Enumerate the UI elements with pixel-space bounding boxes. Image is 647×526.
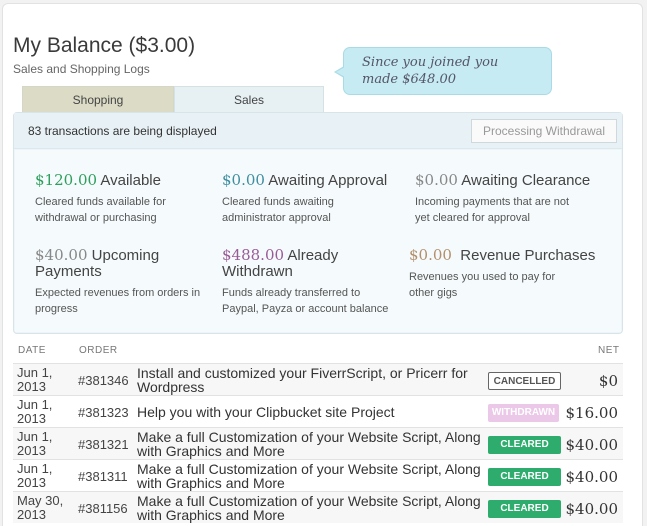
stat-available-amount: $120.00 (35, 171, 98, 189)
stat-awaiting-approval-desc: Cleared funds awaiting administrator app… (222, 196, 334, 224)
row-net: $40.00 (565, 500, 619, 518)
row-description: Make a full Customization of your Websit… (137, 493, 481, 523)
stat-revenue-purchases: $0.00 Revenue Purchases Revenues you use… (409, 247, 609, 301)
column-header-date: DATE (18, 345, 46, 356)
row-date: Jun 1, 2013 (17, 429, 53, 458)
stat-already-withdrawn: $488.00 Already Withdrawn Funds already … (222, 247, 397, 317)
stat-withdrawn-amount: $488.00 (222, 246, 285, 264)
stat-awaiting-approval: $0.00 Awaiting Approval Cleared funds aw… (222, 172, 397, 226)
row-date: Jun 1, 2013 (17, 365, 53, 394)
status-badge-withdrawn: WITHDRAWN (488, 404, 559, 422)
stat-available: $120.00 Available Cleared funds availabl… (35, 172, 210, 226)
row-date: Jun 1, 2013 (17, 461, 53, 490)
status-badge-cleared: CLEARED (488, 500, 561, 518)
row-description: Install and customized your FiverrScript… (137, 365, 468, 395)
row-order-link[interactable]: #381346 (78, 373, 129, 388)
bubble-line-2-prefix: made (362, 72, 403, 87)
row-order-link[interactable]: #381311 (78, 469, 128, 484)
stat-purchases-label: Revenue Purchases (451, 247, 596, 264)
row-date: May 30, 2013 (17, 493, 64, 522)
row-order-link[interactable]: #381156 (78, 501, 128, 516)
table-row[interactable]: May 30, 2013 #381156 Make a full Customi… (13, 491, 623, 523)
table-row[interactable]: Jun 1, 2013 #381346 Install and customiz… (13, 363, 623, 395)
page-subtitle: Sales and Shopping Logs (13, 62, 150, 76)
row-order-link[interactable]: #381321 (78, 437, 129, 452)
row-date: Jun 1, 2013 (17, 397, 53, 426)
stat-awaiting-approval-label: Awaiting Approval (264, 172, 388, 189)
stat-awaiting-clearance: $0.00 Awaiting Clearance Incoming paymen… (415, 172, 605, 226)
stat-withdrawn-desc: Funds already transferred to Paypal, Pay… (222, 287, 389, 315)
row-order-link[interactable]: #381323 (78, 405, 129, 420)
status-badge-cancelled: CANCELLED (488, 372, 561, 390)
page-title: My Balance ($3.00) (13, 34, 196, 57)
stat-upcoming-amount: $40.00 (35, 246, 88, 264)
stat-upcoming-desc: Expected revenues from orders in progres… (35, 287, 201, 315)
status-badge-cleared: CLEARED (488, 436, 561, 454)
stat-awaiting-clearance-desc: Incoming payments that are not yet clear… (415, 196, 570, 224)
row-description: Make a full Customization of your Websit… (137, 429, 481, 459)
transaction-count: 83 transactions are being displayed (28, 124, 217, 138)
transaction-count-bar: 83 transactions are being displayed Proc… (14, 113, 622, 149)
row-net: $16.00 (565, 404, 619, 422)
table-row[interactable]: Jun 1, 2013 #381311 Make a full Customiz… (13, 459, 623, 491)
row-net: $40.00 (565, 468, 619, 486)
stat-upcoming-payments: $40.00 Upcoming Payments Expected revenu… (35, 247, 210, 317)
stat-purchases-desc: Revenues you used to pay for other gigs (409, 271, 556, 299)
row-description: Help you with your Clipbucket site Proje… (137, 404, 395, 420)
balance-summary-box: 83 transactions are being displayed Proc… (13, 112, 623, 334)
row-net: $0 (598, 372, 618, 390)
balance-stats: $120.00 Available Cleared funds availabl… (15, 150, 621, 332)
status-badge-cleared: CLEARED (488, 468, 561, 486)
table-row[interactable]: Jun 1, 2013 #381321 Make a full Customiz… (13, 427, 623, 459)
stat-available-desc: Cleared funds available for withdrawal o… (35, 196, 166, 224)
stat-awaiting-approval-amount: $0.00 (222, 171, 265, 189)
row-net: $40.00 (565, 436, 619, 454)
stat-awaiting-clearance-label: Awaiting Clearance (457, 172, 591, 189)
row-description: Make a full Customization of your Websit… (137, 461, 481, 491)
earnings-bubble: Since you joined you made $648.00 (334, 47, 552, 95)
bubble-line-1: Since you joined you (362, 55, 499, 70)
bubble-line-2: made $648.00 (362, 71, 551, 88)
transactions-table: Jun 1, 2013 #381346 Install and customiz… (13, 363, 623, 523)
stat-awaiting-clearance-amount: $0.00 (415, 171, 458, 189)
stat-purchases-amount: $0.00 (409, 246, 452, 264)
column-header-order: ORDER (79, 345, 118, 356)
bubble-total-amount: $648.00 (402, 72, 456, 87)
column-header-net: NET (598, 345, 620, 356)
tab-shopping[interactable]: Shopping (22, 86, 174, 113)
stat-available-label: Available (97, 172, 161, 189)
tab-sales[interactable]: Sales (174, 86, 324, 113)
processing-withdrawal-button[interactable]: Processing Withdrawal (471, 119, 617, 143)
table-row[interactable]: Jun 1, 2013 #381323 Help you with your C… (13, 395, 623, 427)
